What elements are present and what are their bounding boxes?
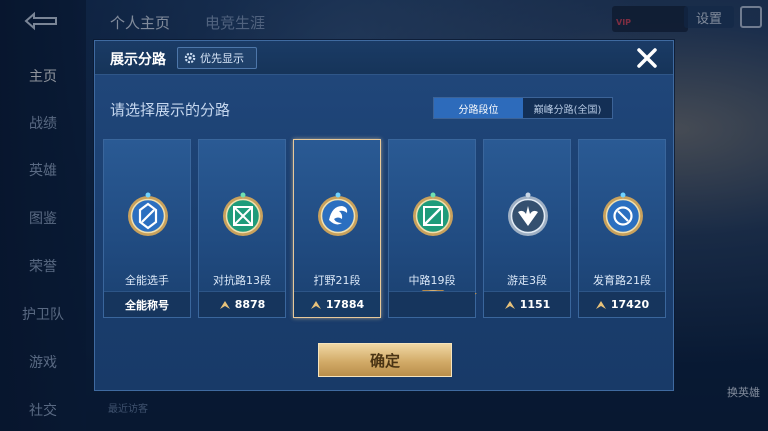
route-card-footer: 8878 (199, 291, 285, 317)
route-card-footer (389, 291, 475, 317)
allround-emblem-icon (128, 192, 168, 236)
dialog-title: 展示分路 (110, 52, 166, 68)
route-card-footer-text: 17420 (610, 298, 650, 311)
jungle-emblem-icon (318, 192, 358, 236)
route-card-label: 打野21段 (313, 274, 361, 287)
points-icon (595, 300, 606, 309)
route-card-label: 全能选手 (125, 274, 169, 287)
route-card-allround[interactable]: 全能选手 全能称号 (103, 139, 191, 318)
roam-emblem-icon (508, 192, 548, 236)
route-card-footer: 1151 (484, 291, 570, 317)
route-display-dialog: 展示分路 优先显示 请选择展示的分路 分路段位 巅峰分路(全国) 全能选手 全能… (94, 40, 674, 391)
select-route-prompt: 请选择展示的分路 (110, 101, 231, 119)
points-icon (310, 300, 321, 309)
route-card-farm-lane[interactable]: 发育路21段 17420 (578, 139, 666, 318)
clash-lane-emblem-icon (223, 192, 263, 236)
farm-lane-emblem-icon (603, 192, 643, 236)
route-card-footer-text: 全能称号 (125, 298, 169, 312)
mid-lane-emblem-icon (413, 192, 453, 236)
route-card-footer-text: 1151 (519, 298, 551, 311)
route-card-label: 对抗路13段 (213, 274, 271, 287)
toggle-peak-route[interactable]: 巅峰分路(全国) (523, 98, 612, 118)
route-card-footer: 17420 (579, 291, 665, 317)
confirm-button[interactable]: 确定 (318, 343, 452, 377)
close-icon (637, 48, 657, 68)
route-card-footer: 17884 (294, 291, 380, 317)
rank-type-toggle: 分路段位 巅峰分路(全国) (433, 97, 613, 119)
route-card-mid-lane[interactable]: 中路19段 100 (388, 139, 477, 318)
gear-icon (184, 52, 196, 64)
route-card-footer-text: 17884 (325, 298, 365, 311)
points-icon (219, 300, 230, 309)
route-card-label: 游走3段 (507, 274, 547, 287)
route-card-roam[interactable]: 游走3段 1151 (483, 139, 571, 318)
route-card-label: 发育路21段 (593, 274, 651, 287)
priority-display-label: 优先显示 (200, 52, 244, 65)
priority-display-button[interactable]: 优先显示 (177, 47, 257, 69)
route-card-footer-text: 8878 (234, 298, 266, 311)
route-card-label: 中路19段 (408, 274, 456, 287)
points-icon (504, 300, 515, 309)
close-button[interactable] (633, 44, 661, 72)
toggle-route-rank[interactable]: 分路段位 (434, 98, 523, 118)
route-card-jungle[interactable]: 打野21段 17884 (293, 139, 381, 318)
route-card-footer: 全能称号 (104, 291, 190, 317)
route-card-clash-lane[interactable]: 对抗路13段 8878 (198, 139, 286, 318)
dialog-header: 展示分路 优先显示 (95, 41, 673, 75)
